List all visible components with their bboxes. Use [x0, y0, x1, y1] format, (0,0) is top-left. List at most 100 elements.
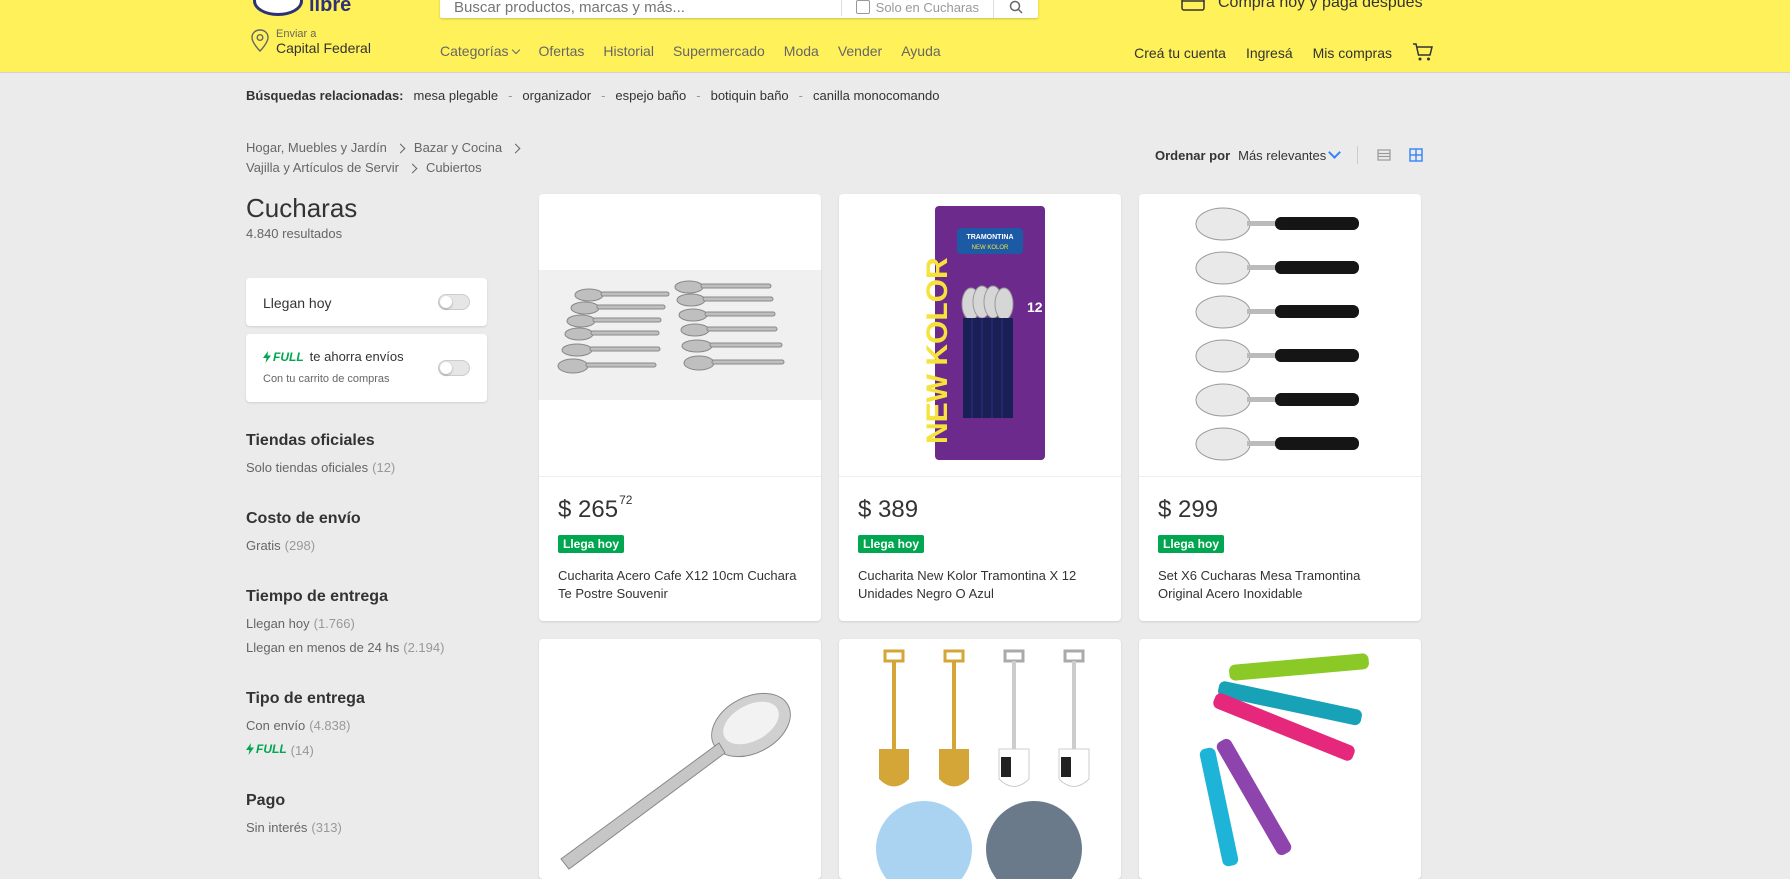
filter-option-label: Solo tiendas oficiales [246, 460, 369, 475]
filter-section-tiendas: Tiendas oficiales Solo tiendas oficiales… [246, 432, 487, 484]
sort-dropdown[interactable]: Más relevantes [1238, 145, 1342, 163]
my-purchases-link[interactable]: Mis compras [1313, 45, 1392, 61]
filter-option[interactable]: Con envío (4.838) [246, 718, 487, 733]
search-icon [1009, 0, 1023, 14]
related-link[interactable]: canilla monocomando [813, 88, 939, 103]
filter-option-label: FULL [256, 742, 287, 756]
related-label: Búsquedas relacionadas: [246, 88, 404, 103]
logo-text: libre [309, 0, 352, 16]
full-subtext: Con tu carrito de compras [263, 373, 390, 385]
product-card[interactable]: $ 26572 Llega hoy Cucharita Acero Cafe X… [539, 194, 821, 621]
spoons-set-image [539, 270, 821, 400]
product-image[interactable]: TRAMONTINA NEW KOLOR 12 NEW KOLOR [839, 194, 1121, 477]
product-image[interactable] [1139, 194, 1421, 477]
filter-option-count: (12) [372, 460, 396, 475]
nav-categorias[interactable]: Categorías [440, 43, 521, 59]
related-link[interactable]: organizador [522, 88, 591, 103]
package-tagline: NEW KOLOR [921, 257, 954, 444]
breadcrumb-current[interactable]: Cubiertos [426, 158, 482, 178]
search-scope-checkbox[interactable]: Solo en Cucharas [840, 0, 993, 16]
product-title[interactable]: Cucharita Acero Cafe X12 10cm Cuchara Te… [558, 567, 798, 603]
chevron-down-icon [1328, 145, 1342, 159]
filter-option[interactable]: Sin interés (313) [246, 820, 487, 835]
cart-icon[interactable] [1412, 42, 1434, 62]
chevron-right-icon [407, 163, 418, 173]
promo-banner[interactable]: Comprá hoy y pagá después [1180, 0, 1423, 14]
delivery-badge: Llega hoy [858, 535, 925, 553]
filter-option[interactable]: Llegan hoy (1.766) [246, 616, 487, 631]
search-button[interactable] [993, 0, 1038, 18]
sort-label: Ordenar por [1155, 147, 1231, 163]
llegan-hoy-toggle[interactable] [438, 294, 470, 310]
product-card[interactable]: $ 299 Llega hoy Set X6 Cucharas Mesa Tra… [1139, 194, 1421, 621]
product-price: $ 26572 [558, 493, 633, 524]
location-label: Enviar a [276, 28, 317, 40]
related-link[interactable]: botiquin baño [711, 88, 789, 103]
product-title[interactable]: Set X6 Cucharas Mesa Tramontina Original… [1158, 567, 1398, 603]
shovel-spoons-image [876, 649, 1090, 879]
filter-option-count: (298) [284, 538, 316, 553]
filter-full-label: FULL te ahorra envíos [263, 349, 404, 364]
filter-section-costo-envio: Costo de envío Gratis (298) [246, 510, 487, 562]
nav-moda[interactable]: Moda [784, 43, 819, 59]
card-icon [1181, 0, 1205, 11]
related-link[interactable]: mesa plegable [414, 88, 499, 103]
filter-option[interactable]: FULL (14) [246, 742, 487, 758]
grid-view-icon[interactable] [1408, 147, 1424, 163]
search-input[interactable] [440, 0, 841, 16]
filter-option-count: (2.194) [403, 640, 445, 655]
price-amount: $ 299 [1158, 496, 1219, 523]
filter-option-count: (4.838) [309, 718, 351, 733]
location-pin-icon [251, 29, 269, 52]
product-image[interactable] [539, 194, 821, 477]
full-toggle[interactable] [438, 360, 470, 376]
login-link[interactable]: Ingresá [1246, 45, 1293, 61]
filter-llegan-hoy: Llegan hoy [246, 278, 487, 326]
nav-historial[interactable]: Historial [603, 43, 654, 59]
breadcrumb-link[interactable]: Bazar y Cocina [414, 138, 502, 158]
chevron-right-icon [395, 143, 406, 153]
shipping-location[interactable]: Enviar a Capital Federal [250, 28, 371, 56]
filter-option[interactable]: Solo tiendas oficiales (12) [246, 460, 487, 475]
product-card[interactable] [539, 639, 821, 879]
nav-vender[interactable]: Vender [838, 43, 882, 59]
filter-section-title: Pago [246, 792, 286, 809]
product-card[interactable]: TRAMONTINA NEW KOLOR 12 NEW KOLOR $ 389 … [839, 194, 1121, 621]
page-title: Cucharas [246, 193, 358, 223]
product-card[interactable] [1139, 639, 1421, 879]
nav-ofertas[interactable]: Ofertas [538, 43, 584, 59]
filter-section-title: Tiendas oficiales [246, 432, 375, 449]
product-price: $ 389 [858, 496, 919, 524]
breadcrumb-link[interactable]: Hogar, Muebles y Jardín [246, 138, 387, 158]
sort-bar: Ordenar por Más relevantes [1155, 145, 1424, 164]
product-card[interactable] [839, 639, 1121, 879]
filter-option-count: (1.766) [313, 616, 355, 631]
nav-categorias-label: Categorías [440, 43, 509, 59]
nav-ayuda[interactable]: Ayuda [901, 43, 940, 59]
package-line: NEW KOLOR [972, 245, 1009, 251]
nav-supermercado[interactable]: Supermercado [673, 43, 765, 59]
product-image[interactable] [1139, 639, 1421, 879]
related-link[interactable]: espejo baño [615, 88, 686, 103]
package-qty: 12 [1027, 299, 1043, 315]
separator: - [798, 88, 804, 103]
filter-option[interactable]: Llegan en menos de 24 hs (2.194) [246, 640, 487, 655]
breadcrumb: Hogar, Muebles y Jardín Bazar y Cocina V… [246, 138, 546, 178]
mercadolibre-logo[interactable]: libre [253, 0, 353, 18]
filter-option-label: Gratis [246, 538, 281, 553]
main-nav: Categorías Ofertas Historial Supermercad… [440, 43, 941, 59]
user-nav: Creá tu cuenta Ingresá Mis compras [1134, 43, 1434, 63]
full-badge: FULL [263, 350, 304, 364]
product-image[interactable] [539, 639, 821, 879]
filter-option-label: Llegan hoy [246, 616, 310, 631]
filter-option[interactable]: Gratis (298) [246, 538, 487, 553]
filter-section-title: Tiempo de entrega [246, 588, 388, 605]
list-view-icon[interactable] [1376, 147, 1392, 163]
product-title[interactable]: Cucharita New Kolor Tramontina X 12 Unid… [858, 567, 1098, 603]
separator: - [601, 88, 606, 103]
breadcrumb-link[interactable]: Vajilla y Artículos de Servir [246, 158, 399, 178]
create-account-link[interactable]: Creá tu cuenta [1134, 45, 1226, 61]
price-cents: 72 [619, 493, 633, 507]
product-image[interactable] [839, 639, 1121, 879]
filter-option-label: Sin interés [246, 820, 308, 835]
